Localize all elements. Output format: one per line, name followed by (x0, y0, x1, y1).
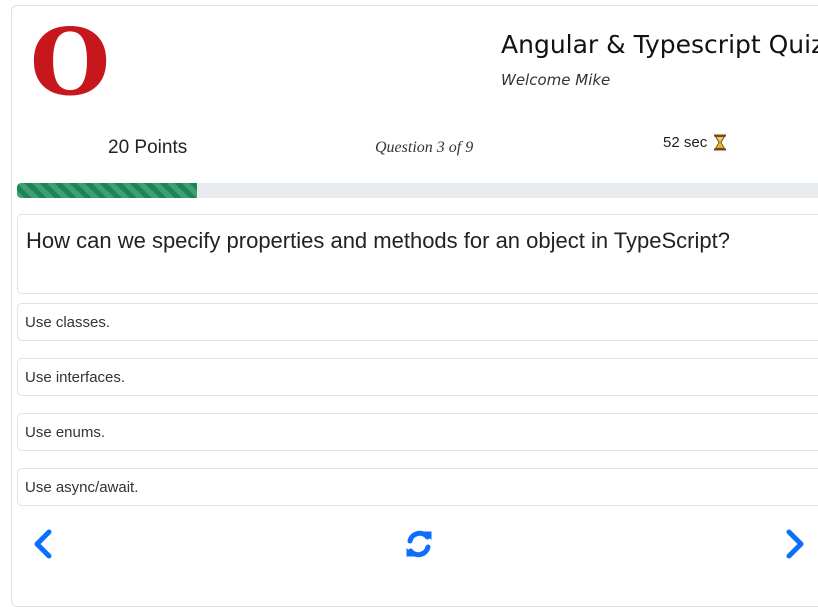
logo: O (29, 8, 111, 116)
answer-option-label: Use async/await. (25, 479, 139, 496)
hourglass-icon (713, 134, 727, 151)
chevron-left-icon (34, 529, 52, 559)
answer-option-4[interactable]: Use async/await. (17, 468, 818, 506)
answer-option-2[interactable]: Use interfaces. (17, 358, 818, 396)
answer-option-3[interactable]: Use enums. (17, 413, 818, 451)
next-question-button[interactable] (778, 527, 812, 561)
question-card: How can we specify properties and method… (17, 214, 818, 294)
question-text: How can we specify properties and method… (26, 228, 730, 253)
previous-question-button[interactable] (26, 527, 60, 561)
timer-value: 52 sec (663, 134, 708, 151)
progress-track (17, 183, 818, 198)
question-counter: Question 3 of 9 (375, 139, 474, 156)
answer-option-1[interactable]: Use classes. (17, 303, 818, 341)
answer-option-label: Use interfaces. (25, 369, 126, 386)
progress-bar (17, 183, 198, 198)
refresh-icon (406, 530, 432, 558)
chevron-right-icon (786, 529, 804, 559)
answer-option-label: Use enums. (25, 424, 106, 441)
points-display: 20 Points (108, 137, 188, 158)
quiz-title: Angular & Typescript Quiz (501, 30, 818, 59)
timer: 52 sec (663, 134, 727, 151)
welcome-message: Welcome Mike (501, 71, 611, 89)
answer-option-label: Use classes. (25, 314, 111, 331)
restart-quiz-button[interactable] (402, 527, 436, 561)
